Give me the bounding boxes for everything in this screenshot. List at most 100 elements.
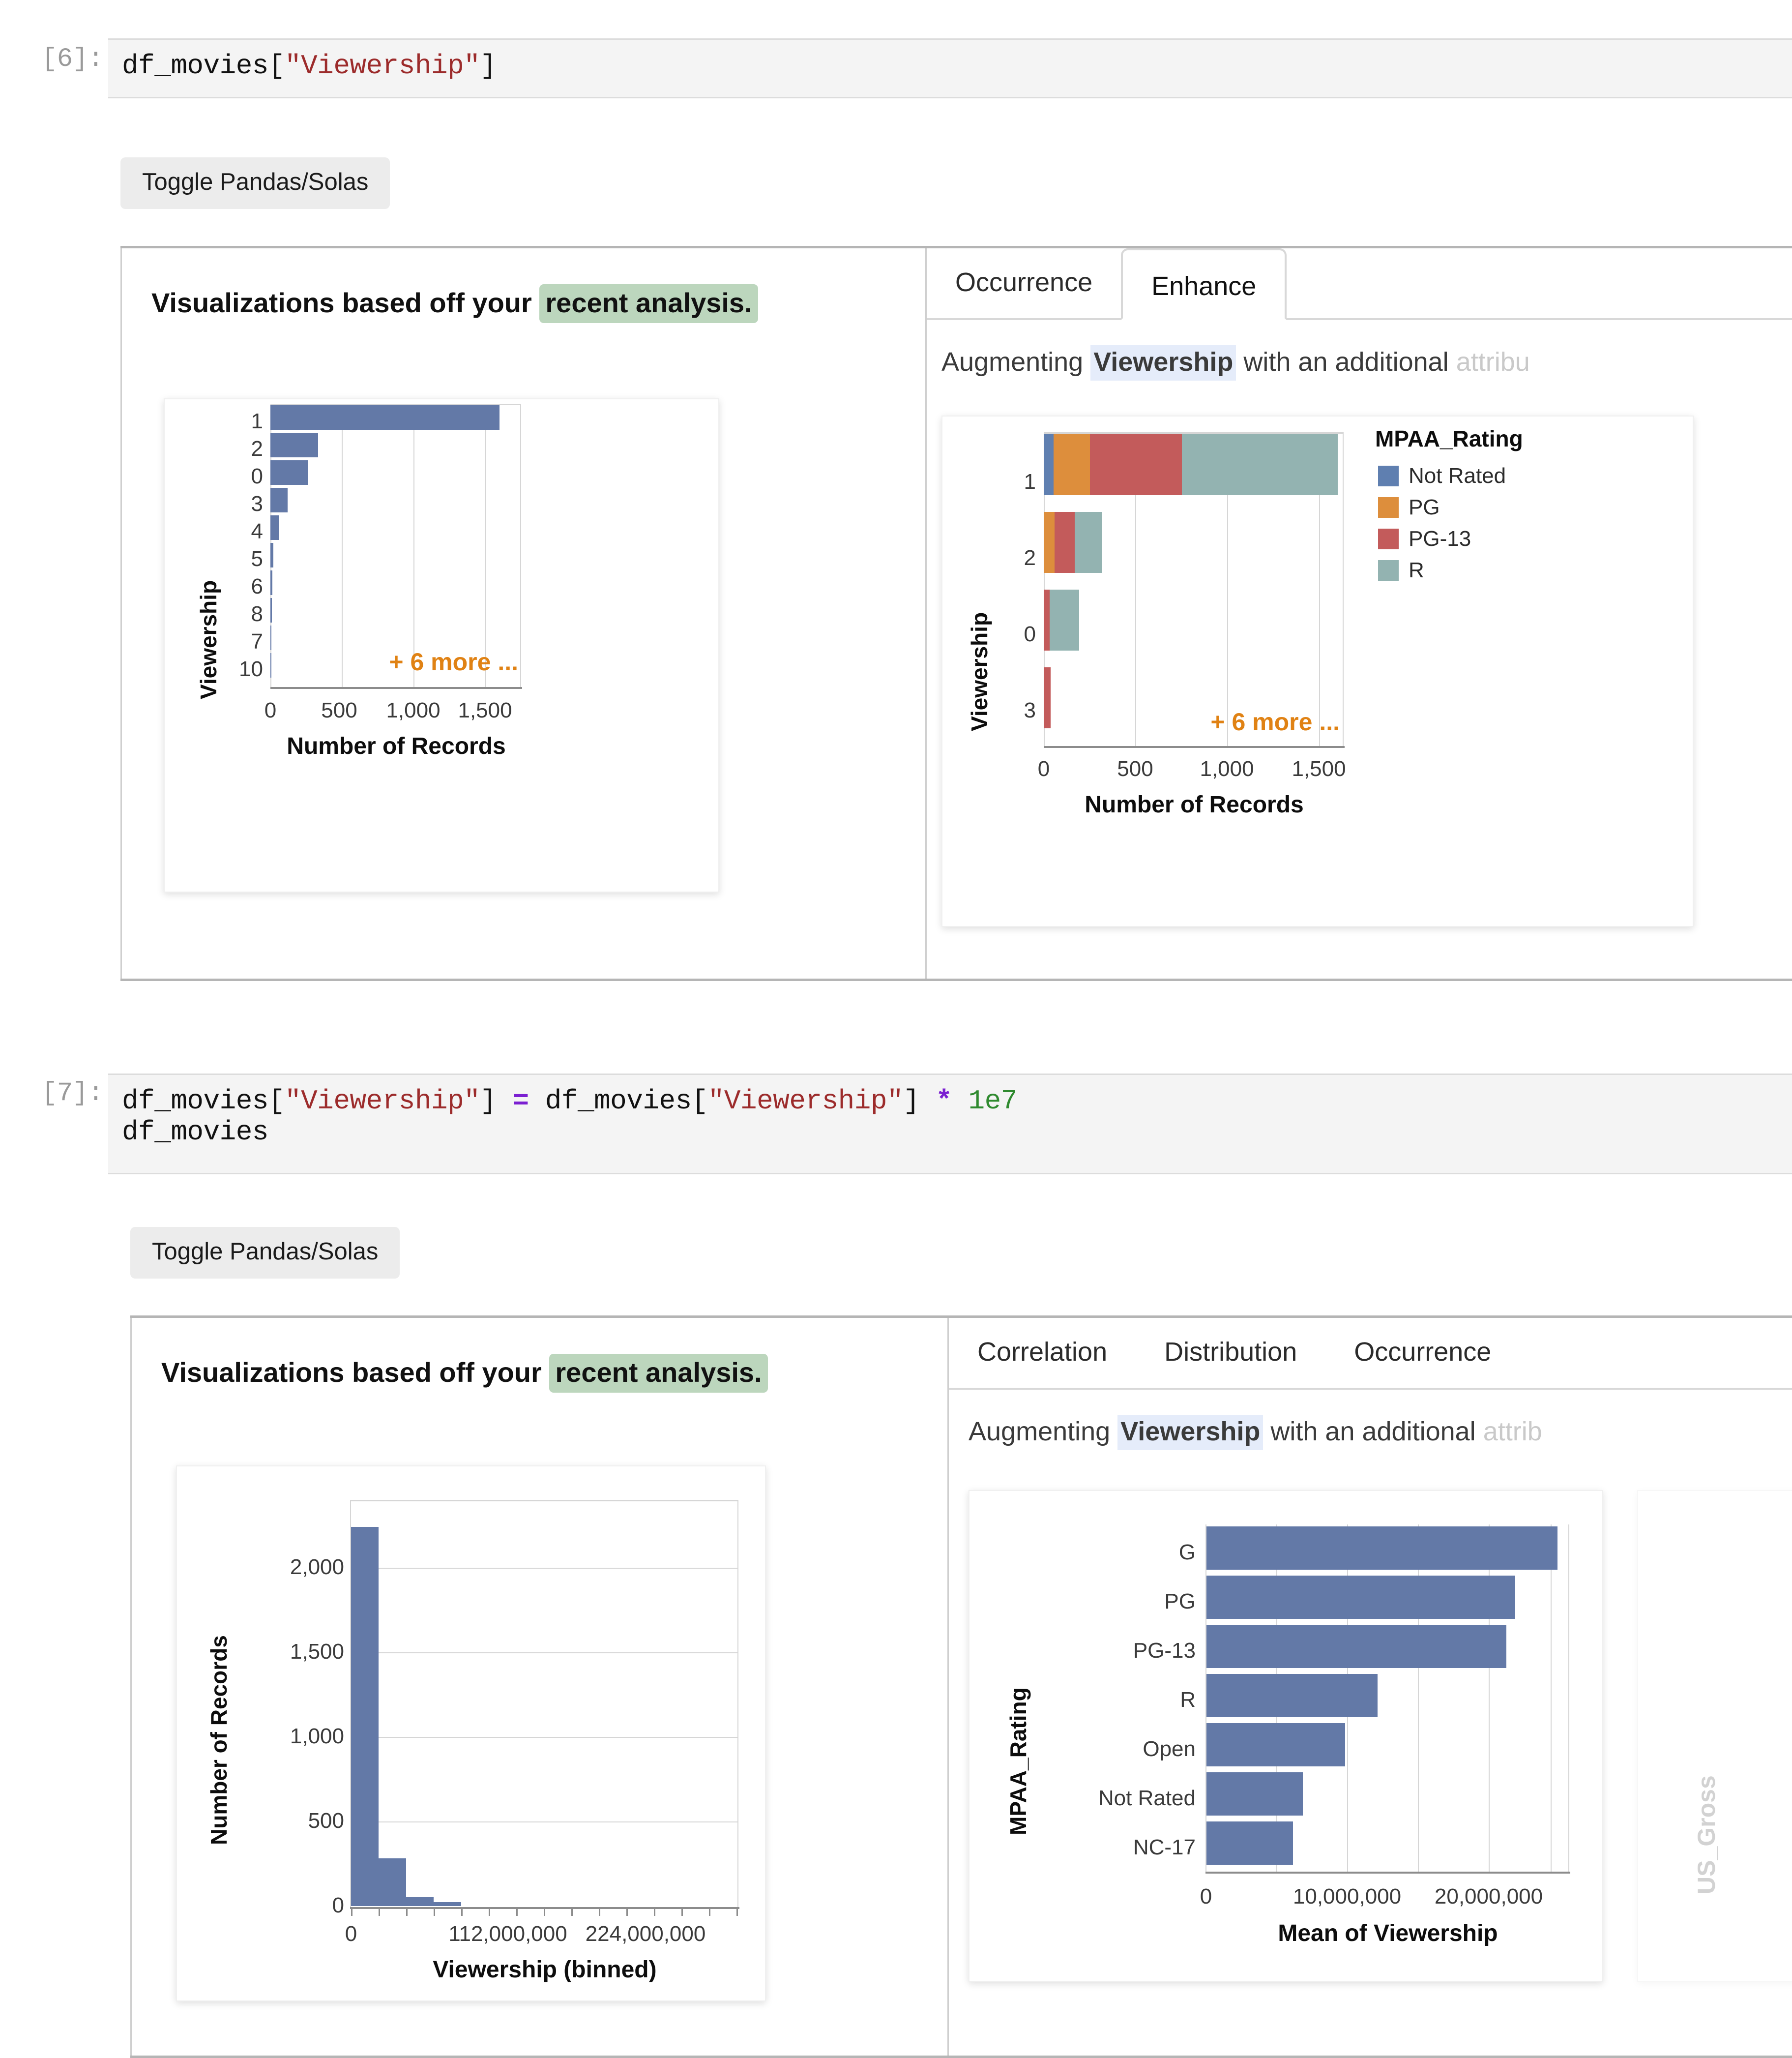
chart7a-plot-area <box>350 1500 738 1907</box>
code-editor-6[interactable]: df_movies["Viewership"] <box>108 38 1792 98</box>
bar-segment <box>1075 512 1102 573</box>
chart6a-more-label[interactable]: + 6 more ... <box>389 648 518 676</box>
augment-mid: with an additional <box>1243 347 1449 377</box>
tab-occurrence-7[interactable]: Occurrence <box>1325 1318 1520 1388</box>
legend-swatch-r <box>1378 560 1399 581</box>
chart6b-legend-title: MPAA_Rating <box>1375 426 1523 451</box>
chart-card-enhance-6[interactable]: Viewership 1 2 0 3 + 6 more ... 0 500 1,… <box>941 416 1694 927</box>
viz-heading-prefix: Visualizations based off your <box>161 1357 542 1388</box>
chart7b-ytick: Not Rated <box>1098 1786 1196 1810</box>
legend-item-pg[interactable]: PG <box>1378 495 1440 520</box>
bar-segment <box>1044 434 1054 495</box>
bar <box>270 488 288 512</box>
chart7a-xlabel: Viewership (binned) <box>433 1957 657 1983</box>
recommendation-panel-7: Correlation Distribution Occurrence Augm… <box>949 1318 1792 2056</box>
bar <box>1206 1821 1293 1865</box>
chart7b-xtick: 20,000,000 <box>1434 1884 1543 1909</box>
legend-swatch-pg13 <box>1378 529 1399 549</box>
legend-label-r: R <box>1409 558 1424 582</box>
chart6a-plot-area: + 6 more ... <box>270 404 521 687</box>
viz-heading-highlight: recent analysis. <box>549 1354 768 1393</box>
bar <box>1206 1526 1557 1570</box>
legend-label-not-rated: Not Rated <box>1409 464 1506 488</box>
bar <box>270 598 272 623</box>
chart7b-ytick: NC-17 <box>1133 1835 1196 1859</box>
chart6a-ytick: 4 <box>251 519 263 543</box>
chart7b-ylabel: MPAA_Rating <box>1005 1687 1031 1835</box>
chart-card-us-gross-label: US_Gross <box>1693 1775 1720 1894</box>
tab-enhance-6[interactable]: Enhance <box>1121 248 1287 320</box>
chart-card-occurrence-6[interactable]: Viewership 1 2 0 3 4 5 6 8 7 10 + 6 more… <box>164 398 719 893</box>
chart7b-ytick: PG-13 <box>1133 1639 1196 1663</box>
chart7a-ytick: 0 <box>332 1893 344 1917</box>
chart6a-xtick: 1,500 <box>458 698 512 722</box>
bar <box>270 626 271 650</box>
chart-card-us-gross-partial[interactable]: US_Gross <box>1637 1490 1792 1982</box>
chart7a-xtick: 224,000,000 <box>585 1922 706 1946</box>
chart7a-ytick: 1,500 <box>290 1640 344 1664</box>
chart-card-mpaa-mean-7[interactable]: MPAA_Rating G PG PG-13 R Open Not Rated … <box>969 1490 1603 1982</box>
code-line: df_movies["Viewership"] <box>122 50 497 82</box>
chart-card-distribution-7[interactable]: Number of Records 2,000 1,500 1,000 500 … <box>176 1465 766 2001</box>
visualizations-panel-6: Visualizations based off your recent ana… <box>120 248 927 979</box>
chart6a-ytick: 3 <box>251 492 263 516</box>
legend-swatch-not-rated <box>1378 466 1399 486</box>
viz-panel-heading-6: Visualizations based off your recent ana… <box>151 284 758 323</box>
bar-segment <box>1044 590 1050 651</box>
bar <box>270 653 271 678</box>
chart6b-plot-area: + 6 more ... <box>1044 432 1344 746</box>
bar <box>406 1897 434 1906</box>
tab-occurrence-6[interactable]: Occurrence <box>927 248 1121 318</box>
toggle-pandas-solas-button-6[interactable]: Toggle Pandas/Solas <box>120 157 390 209</box>
chart6a-ytick: 7 <box>251 629 263 654</box>
chart7b-ytick: G <box>1178 1540 1196 1564</box>
legend-item-pg13[interactable]: PG-13 <box>1378 527 1471 551</box>
chart6a-xtick: 1,000 <box>386 698 441 722</box>
bar <box>1206 1576 1515 1619</box>
tab-correlation-7[interactable]: Correlation <box>949 1318 1136 1388</box>
chart6b-ytick: 1 <box>1024 470 1036 494</box>
chart6a-ytick: 1 <box>251 409 263 433</box>
chart6a-xtick: 0 <box>264 698 277 722</box>
chart6b-more-label[interactable]: + 6 more ... <box>1210 708 1340 736</box>
chart7a-ytick: 500 <box>308 1809 344 1833</box>
legend-item-r[interactable]: R <box>1378 558 1424 583</box>
augment-description-7: Augmenting Viewership with an additional… <box>969 1415 1542 1450</box>
chart6a-ytick: 6 <box>251 574 263 598</box>
augment-prefix: Augmenting <box>969 1417 1111 1446</box>
code-editor-7[interactable]: df_movies["Viewership"] = df_movies["Vie… <box>108 1074 1792 1174</box>
chart7b-xtick: 0 <box>1200 1884 1212 1909</box>
chart6a-xtick: 500 <box>321 698 357 722</box>
code-line: df_movies["Viewership"] = df_movies["Vie… <box>122 1085 1017 1117</box>
chart6b-ylabel: Viewership <box>967 612 992 731</box>
chart6b-xtick: 500 <box>1117 757 1153 781</box>
bar <box>270 570 272 595</box>
viz-panel-heading-7: Visualizations based off your recent ana… <box>161 1354 768 1393</box>
bar-segment <box>1054 434 1090 495</box>
tabbar-7: Correlation Distribution Occurrence <box>949 1318 1792 1390</box>
legend-item-not-rated[interactable]: Not Rated <box>1378 464 1506 488</box>
bar-segment <box>1182 434 1338 495</box>
recommendation-panel-6: Occurrence Enhance Augmenting Viewership… <box>927 248 1792 979</box>
viz-heading-highlight: recent analysis. <box>539 284 758 323</box>
solas-widget-7: Visualizations based off your recent ana… <box>130 1315 1792 2058</box>
bar-segment <box>1055 512 1075 573</box>
augment-mid: with an additional <box>1270 1417 1476 1446</box>
bar <box>270 515 279 540</box>
tabbar-6: Occurrence Enhance <box>927 248 1792 320</box>
chart6b-xtick: 1,500 <box>1292 757 1346 781</box>
chart6b-xlabel: Number of Records <box>1085 792 1304 818</box>
code-line: df_movies <box>122 1116 268 1148</box>
chart6b-ytick: 0 <box>1024 622 1036 646</box>
bar-segment <box>1090 434 1182 495</box>
viz-heading-prefix: Visualizations based off your <box>151 287 532 318</box>
chart6b-ytick: 2 <box>1024 546 1036 570</box>
tab-distribution-7[interactable]: Distribution <box>1136 1318 1325 1388</box>
bar <box>1206 1674 1378 1717</box>
chart6a-ytick: 5 <box>251 547 263 571</box>
augment-tail: attribu <box>1456 347 1530 377</box>
augment-description-6: Augmenting Viewership with an additional… <box>941 345 1530 381</box>
chart6a-ytick: 10 <box>239 657 263 681</box>
augment-attribute: Viewership <box>1090 345 1236 381</box>
toggle-pandas-solas-button-7[interactable]: Toggle Pandas/Solas <box>130 1227 400 1279</box>
